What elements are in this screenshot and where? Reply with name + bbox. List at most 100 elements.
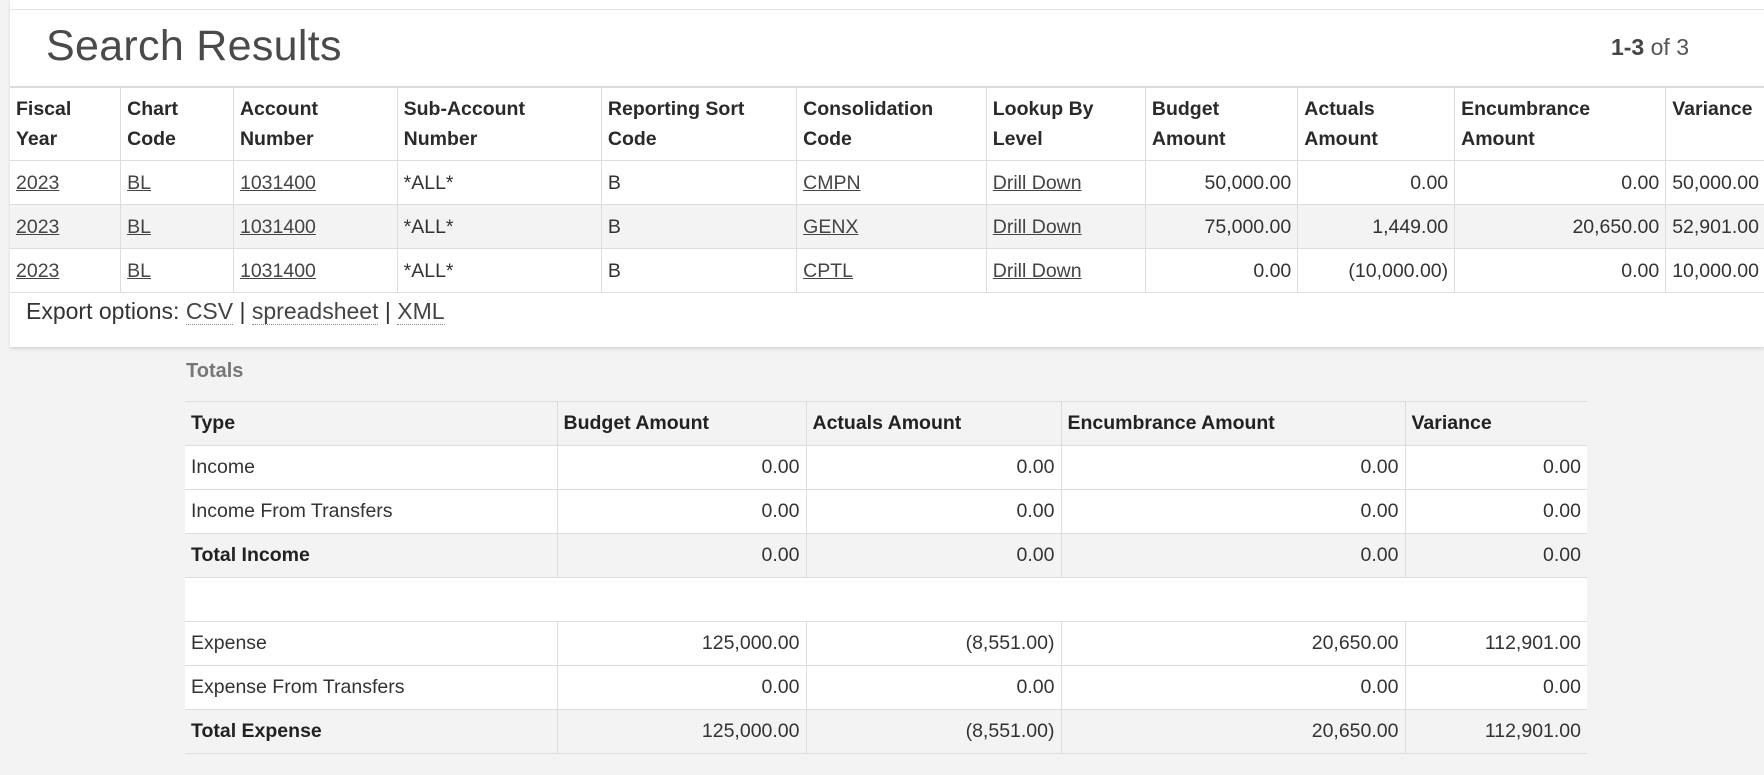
col-header-actuals-amount[interactable]: Actuals Amount: [1297, 86, 1456, 161]
results-table: Fiscal Year Chart Code Account Number Su…: [10, 86, 1764, 293]
account-number-link[interactable]: 1031400: [240, 260, 316, 282]
account-number-link[interactable]: 1031400: [240, 216, 316, 238]
totals-variance: 112,901.00: [1405, 709, 1587, 754]
cell-actuals: 0.00: [1297, 160, 1456, 205]
totals-encumbrance: 0.00: [1061, 489, 1406, 534]
cell-consolidation: GENX: [796, 204, 987, 249]
cell-encumbrance: 0.00: [1454, 248, 1667, 293]
totals-col-actuals: Actuals Amount: [806, 401, 1062, 446]
col-header-chart-code[interactable]: Chart Code: [120, 86, 234, 161]
totals-variance: 112,901.00: [1405, 621, 1587, 666]
totals-col-encumbrance: Encumbrance Amount: [1061, 401, 1406, 446]
totals-type: Income From Transfers: [185, 489, 558, 534]
consolidation-code-link[interactable]: GENX: [803, 216, 858, 238]
divider: [10, 9, 1764, 10]
col-header-variance[interactable]: Variance: [1665, 86, 1764, 161]
export-separator: |: [378, 298, 398, 324]
export-options: Export options: CSV | spreadsheet | XML: [26, 298, 445, 325]
spacer-cell: [185, 577, 1587, 622]
consolidation-code-link[interactable]: CPTL: [803, 260, 853, 282]
totals-encumbrance: 20,650.00: [1061, 709, 1406, 754]
cell-consolidation: CPTL: [796, 248, 987, 293]
totals-heading: Totals: [186, 360, 244, 382]
totals-spacer-row: [185, 577, 1587, 622]
cell-budget: 50,000.00: [1145, 160, 1299, 205]
cell-lookup: Drill Down: [986, 204, 1146, 249]
chart-code-link[interactable]: BL: [127, 172, 151, 194]
totals-col-budget: Budget Amount: [557, 401, 807, 446]
totals-encumbrance: 0.00: [1061, 533, 1406, 578]
cell-chart-code: BL: [120, 204, 234, 249]
cell-actuals: 1,449.00: [1297, 204, 1456, 249]
totals-budget: 125,000.00: [557, 621, 807, 666]
col-header-fiscal-year[interactable]: Fiscal Year: [10, 86, 122, 161]
totals-budget: 0.00: [557, 533, 807, 578]
totals-budget: 0.00: [557, 665, 807, 710]
cell-lookup: Drill Down: [986, 248, 1146, 293]
totals-variance: 0.00: [1405, 445, 1587, 490]
cell-sub-account: *ALL*: [397, 248, 602, 293]
export-csv-link[interactable]: CSV: [185, 298, 234, 325]
cell-fiscal-year: 2023: [10, 160, 122, 205]
totals-budget: 0.00: [557, 445, 807, 490]
cell-account-number: 1031400: [233, 160, 398, 205]
export-separator: |: [233, 298, 252, 324]
account-number-link[interactable]: 1031400: [240, 172, 316, 194]
totals-type: Expense From Transfers: [185, 665, 558, 710]
table-row: 2023 BL 1031400 *ALL* B CMPN Drill Down …: [10, 160, 1764, 205]
totals-encumbrance: 0.00: [1061, 445, 1406, 490]
totals-variance: 0.00: [1405, 665, 1587, 710]
search-results-panel: Search Results 1-3 of 3 Fiscal Year Char…: [10, 0, 1764, 347]
cell-reporting-sort: B: [601, 248, 798, 293]
col-header-lookup-by-level[interactable]: Lookup By Level: [986, 86, 1146, 161]
fiscal-year-link[interactable]: 2023: [16, 216, 59, 238]
totals-row: Expense 125,000.00 (8,551.00) 20,650.00 …: [185, 621, 1587, 666]
export-xml-link[interactable]: XML: [397, 298, 445, 325]
cell-chart-code: BL: [120, 248, 234, 293]
col-header-reporting-sort-code[interactable]: Reporting Sort Code: [601, 86, 798, 161]
cell-actuals: (10,000.00): [1297, 248, 1456, 293]
totals-actuals: (8,551.00): [806, 709, 1062, 754]
cell-account-number: 1031400: [233, 204, 398, 249]
drill-down-link[interactable]: Drill Down: [993, 172, 1082, 194]
chart-code-link[interactable]: BL: [127, 216, 151, 238]
page-title: Search Results: [46, 22, 342, 70]
export-label: Export options:: [26, 298, 186, 324]
totals-encumbrance: 20,650.00: [1061, 621, 1406, 666]
totals-actuals: (8,551.00): [806, 621, 1062, 666]
fiscal-year-link[interactable]: 2023: [16, 260, 59, 282]
fiscal-year-link[interactable]: 2023: [16, 172, 59, 194]
table-row: 2023 BL 1031400 *ALL* B GENX Drill Down …: [10, 204, 1764, 249]
cell-lookup: Drill Down: [986, 160, 1146, 205]
col-header-account-number[interactable]: Account Number: [233, 86, 398, 161]
totals-budget: 0.00: [557, 489, 807, 534]
col-header-encumbrance-amount[interactable]: Encumbrance Amount: [1454, 86, 1667, 161]
cell-sub-account: *ALL*: [397, 160, 602, 205]
cell-consolidation: CMPN: [796, 160, 987, 205]
total-expense-row: Total Expense 125,000.00 (8,551.00) 20,6…: [185, 709, 1587, 754]
cell-account-number: 1031400: [233, 248, 398, 293]
consolidation-code-link[interactable]: CMPN: [803, 172, 860, 194]
results-header-row: Fiscal Year Chart Code Account Number Su…: [10, 86, 1764, 161]
cell-fiscal-year: 2023: [10, 248, 122, 293]
cell-variance: 52,901.00: [1665, 204, 1764, 249]
col-header-consolidation-code[interactable]: Consolidation Code: [796, 86, 987, 161]
col-header-sub-account-number[interactable]: Sub-Account Number: [397, 86, 602, 161]
cell-variance: 10,000.00: [1665, 248, 1764, 293]
totals-row: Expense From Transfers 0.00 0.00 0.00 0.…: [185, 665, 1587, 710]
totals-type: Expense: [185, 621, 558, 666]
totals-type: Total Expense: [185, 709, 558, 754]
chart-code-link[interactable]: BL: [127, 260, 151, 282]
drill-down-link[interactable]: Drill Down: [993, 216, 1082, 238]
totals-variance: 0.00: [1405, 489, 1587, 534]
totals-table: Type Budget Amount Actuals Amount Encumb…: [185, 401, 1587, 754]
col-header-budget-amount[interactable]: Budget Amount: [1145, 86, 1299, 161]
export-spreadsheet-link[interactable]: spreadsheet: [251, 298, 379, 325]
result-count: 1-3 of 3: [1611, 34, 1689, 61]
cell-chart-code: BL: [120, 160, 234, 205]
totals-col-variance: Variance: [1405, 401, 1587, 446]
totals-row: Income From Transfers 0.00 0.00 0.00 0.0…: [185, 489, 1587, 534]
total-income-row: Total Income 0.00 0.00 0.00 0.00: [185, 533, 1587, 578]
totals-header-row: Type Budget Amount Actuals Amount Encumb…: [185, 401, 1587, 446]
drill-down-link[interactable]: Drill Down: [993, 260, 1082, 282]
